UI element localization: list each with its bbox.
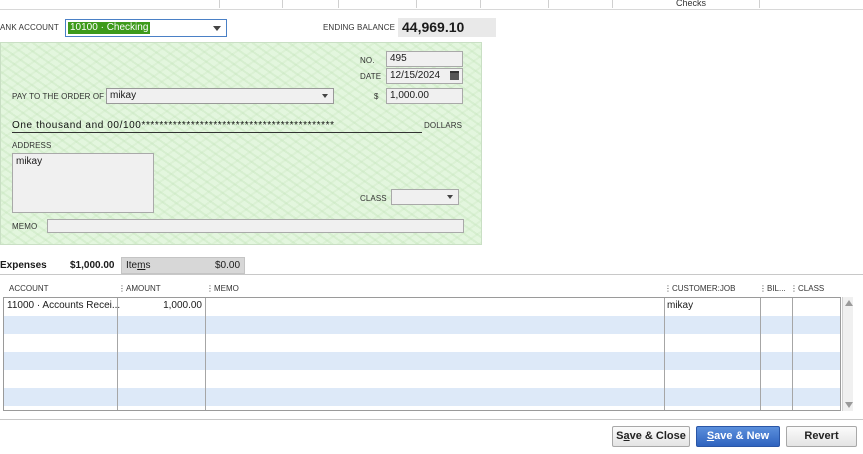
- column-header-memo[interactable]: ⋮MEMO: [206, 284, 239, 293]
- toolbar-separator: [282, 0, 283, 8]
- payee-select[interactable]: mikay: [106, 88, 334, 104]
- save-new-button[interactable]: Save & New: [696, 426, 780, 447]
- tab-items[interactable]: Items $0.00: [121, 257, 245, 274]
- check-no-label: NO.: [360, 56, 375, 65]
- cell-amount[interactable]: 1,000.00: [119, 300, 202, 311]
- column-header-customer-job[interactable]: ⋮CUSTOMER:JOB: [664, 284, 735, 293]
- tab-items-amount: $0.00: [215, 260, 241, 271]
- cell-customer-job[interactable]: mikay: [667, 300, 693, 311]
- toolbar-separator: [338, 0, 339, 8]
- table-row[interactable]: [4, 316, 840, 334]
- check-form: NO. 495 DATE 12/15/2024 PAY TO THE ORDER…: [0, 42, 482, 245]
- calendar-icon[interactable]: [450, 71, 459, 80]
- dollars-label: DOLLARS: [424, 121, 463, 130]
- check-date-label: DATE: [360, 72, 382, 81]
- tab-expenses-amount: $1,000.00: [70, 260, 115, 271]
- class-select[interactable]: [391, 189, 459, 205]
- toolbar-separator: [759, 0, 760, 8]
- bank-account-select[interactable]: 10100 · Checking: [65, 19, 227, 37]
- scroll-down-icon[interactable]: [845, 402, 853, 408]
- table-row[interactable]: [4, 370, 840, 388]
- scroll-up-icon[interactable]: [845, 300, 853, 306]
- chevron-down-icon: [322, 94, 328, 98]
- chevron-down-icon: [447, 195, 453, 199]
- toolbar-separator: [480, 0, 481, 8]
- column-header-billable[interactable]: ⋮BIL...: [759, 284, 786, 293]
- bank-account-label: ANK ACCOUNT: [0, 23, 59, 32]
- tab-items-label: Items: [126, 260, 151, 271]
- column-header-class[interactable]: ⋮CLASS: [790, 284, 824, 293]
- address-field[interactable]: mikay: [12, 153, 154, 213]
- toolbar-separator: [416, 0, 417, 8]
- address-label: ADDRESS: [12, 141, 52, 150]
- toolbar-checks-label[interactable]: Checks: [676, 0, 706, 8]
- column-divider: [760, 298, 761, 410]
- check-date-field[interactable]: 12/15/2024: [386, 68, 463, 84]
- ending-balance-value: 44,969.10: [398, 18, 496, 37]
- chevron-down-icon: [213, 26, 221, 31]
- column-divider: [205, 298, 206, 410]
- class-label: CLASS: [360, 194, 387, 203]
- memo-label: MEMO: [12, 222, 38, 231]
- grid-scrollbar[interactable]: [842, 297, 853, 411]
- table-row[interactable]: [4, 334, 840, 352]
- column-divider: [792, 298, 793, 410]
- memo-field[interactable]: [47, 219, 464, 233]
- bank-account-value: 10100 · Checking: [68, 22, 151, 34]
- check-no-field[interactable]: 495: [386, 51, 463, 67]
- dollar-sign-label: $: [374, 92, 379, 101]
- pay-to-label: PAY TO THE ORDER OF: [12, 92, 105, 101]
- toolbar-separator: [219, 0, 220, 8]
- revert-button[interactable]: Revert: [786, 426, 857, 447]
- tab-expenses[interactable]: Expenses $1,000.00: [0, 257, 119, 274]
- toolbar-separator: [548, 0, 549, 8]
- cell-account[interactable]: 11000 · Accounts Recei...: [7, 300, 120, 311]
- amount-field[interactable]: 1,000.00: [386, 88, 463, 104]
- toolbar-separator: [612, 0, 613, 8]
- tab-expenses-label: Expenses: [0, 260, 47, 271]
- table-row[interactable]: [4, 352, 840, 370]
- column-header-account[interactable]: ACCOUNT: [9, 284, 49, 293]
- amount-in-words: One thousand and 00/100*****************…: [12, 120, 422, 133]
- table-row[interactable]: 11000 · Accounts Recei... 1,000.00 mikay: [4, 298, 840, 316]
- expenses-grid: 11000 · Accounts Recei... 1,000.00 mikay: [3, 297, 841, 411]
- save-close-button[interactable]: Save & Close: [612, 426, 690, 447]
- toolbar: [0, 0, 863, 10]
- column-header-amount[interactable]: ⋮AMOUNT: [118, 284, 161, 293]
- column-divider: [117, 298, 118, 410]
- check-date-value: 12/15/2024: [390, 70, 441, 81]
- ending-balance-label: ENDING BALANCE: [323, 23, 396, 32]
- table-row[interactable]: [4, 388, 840, 406]
- column-divider: [664, 298, 665, 410]
- payee-value: mikay: [110, 90, 137, 101]
